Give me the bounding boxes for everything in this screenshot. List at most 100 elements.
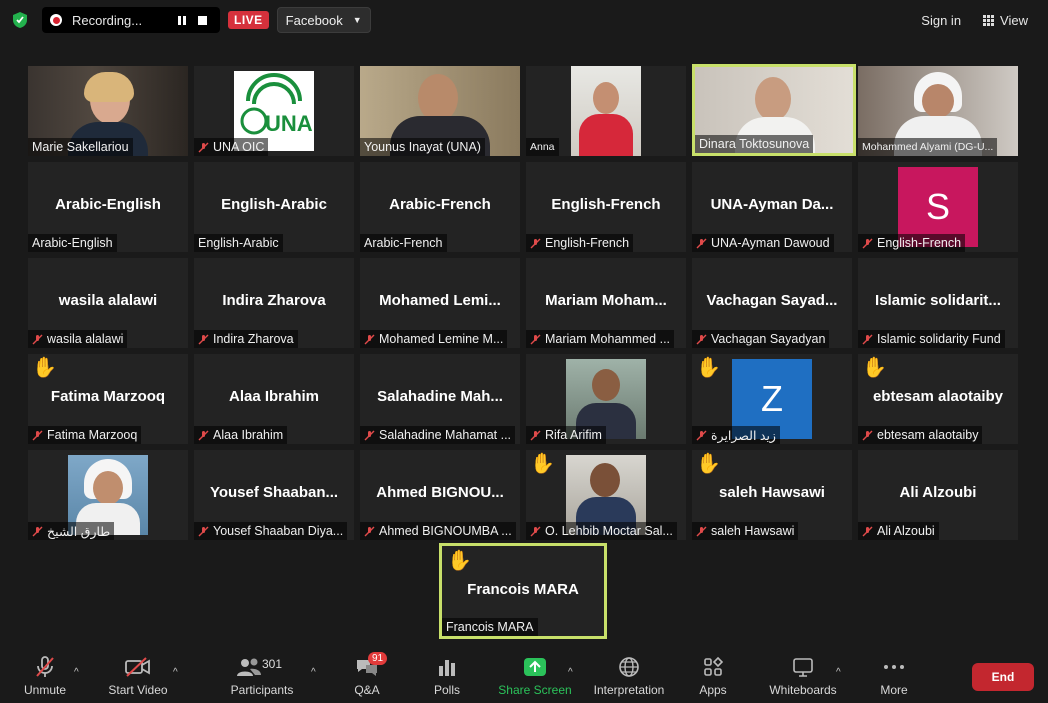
participant-tile[interactable]: Salahadine Mah... Salahadine Mahamat ... [360, 354, 520, 444]
logo-text: UNA [265, 111, 313, 136]
tile-display-name: saleh Hawsawi [719, 484, 825, 501]
apps-button[interactable]: Apps [668, 655, 758, 697]
start-video-button[interactable]: ^ Start Video [93, 655, 183, 697]
chevron-up-icon[interactable]: ^ [74, 667, 79, 678]
more-button[interactable]: More [849, 655, 939, 697]
video-tile[interactable]: Mohammed Alyami (DG-U... [858, 66, 1018, 156]
muted-mic-icon [32, 430, 43, 441]
participant-tile[interactable]: Mariam Moham... Mariam Mohammed ... [526, 258, 686, 348]
whiteboards-label: Whiteboards [769, 683, 837, 697]
interpretation-button[interactable]: Interpretation [584, 655, 674, 697]
share-screen-button[interactable]: ^ Share Screen [490, 655, 580, 697]
participant-name: طارق الشيخ [47, 524, 111, 539]
whiteboards-button[interactable]: ^ Whiteboards [758, 655, 848, 697]
participant-tile[interactable]: Ali Alzoubi Ali Alzoubi [858, 450, 1018, 540]
participant-tile[interactable]: Mohamed Lemi... Mohamed Lemine M... [360, 258, 520, 348]
participant-tile[interactable]: Islamic solidarit... Islamic solidarity … [858, 258, 1018, 348]
share-screen-icon [523, 655, 547, 679]
chevron-up-icon[interactable]: ^ [173, 667, 178, 678]
raised-hand-icon: ✋ [530, 453, 555, 475]
muted-mic-icon [862, 238, 873, 249]
participant-tile[interactable]: طارق الشيخ [28, 450, 188, 540]
stop-recording-button[interactable] [192, 10, 212, 30]
participant-tile[interactable]: English-Arabic English-Arabic [194, 162, 354, 252]
participant-name: Dinara Toktosunova [695, 135, 814, 153]
raised-hand-icon: ✋ [447, 550, 472, 572]
stream-target-dropdown[interactable]: Facebook ▼ [276, 7, 371, 33]
participant-tile[interactable]: Arabic-French Arabic-French [360, 162, 520, 252]
apps-label: Apps [699, 683, 727, 697]
sign-in-button[interactable]: Sign in [913, 7, 969, 33]
participant-tile[interactable]: ✋ ebtesam alaotaiby ebtesam alaotaiby [858, 354, 1018, 444]
participants-icon: 301 [232, 655, 292, 679]
participant-tile[interactable]: wasila alalawi wasila alalawi [28, 258, 188, 348]
participant-tile[interactable]: Rifa Arifim [526, 354, 686, 444]
participant-tile[interactable]: ✋ saleh Hawsawi saleh Hawsawi [692, 450, 852, 540]
participant-name-bar: Ali Alzoubi [858, 522, 939, 540]
participant-name-bar: Vachagan Sayadyan [692, 330, 830, 348]
participant-name: Anna [526, 138, 559, 156]
participant-name: UNA-Ayman Dawoud [711, 236, 830, 250]
unmute-label: Unmute [23, 683, 67, 697]
tile-display-name: Mohamed Lemi... [379, 292, 501, 309]
tile-display-name: ebtesam alaotaiby [872, 388, 1004, 405]
polls-label: Polls [433, 683, 460, 697]
participant-name-bar: Indira Zharova [194, 330, 298, 348]
qa-icon: 91 [354, 652, 388, 679]
active-speaker-tile[interactable]: ✋ Francois MARA Francois MARA [439, 543, 607, 639]
shield-icon[interactable] [10, 10, 30, 30]
participant-tile[interactable]: ✋ O. Lehbib Moctar Sal... [526, 450, 686, 540]
muted-mic-icon [530, 334, 541, 345]
raised-hand-icon: ✋ [862, 357, 887, 379]
participant-tile[interactable]: Yousef Shaaban... Yousef Shaaban Diya... [194, 450, 354, 540]
tile-display-name: Mariam Moham... [545, 292, 667, 309]
polls-icon [436, 655, 458, 679]
stop-icon [197, 15, 207, 25]
chevron-up-icon[interactable]: ^ [311, 667, 316, 678]
polls-button[interactable]: Polls [402, 655, 492, 697]
participant-name: Islamic solidarity Fund [877, 332, 1001, 346]
muted-mic-icon [530, 430, 541, 441]
muted-mic-icon [198, 526, 209, 537]
chevron-up-icon[interactable]: ^ [836, 667, 841, 678]
end-meeting-button[interactable]: End [972, 663, 1034, 691]
participant-tile[interactable]: Vachagan Sayad... Vachagan Sayadyan [692, 258, 852, 348]
unmute-button[interactable]: ^ Unmute [0, 655, 90, 697]
muted-mic-icon [34, 655, 56, 679]
participant-tile[interactable]: English-French English-French [526, 162, 686, 252]
participant-name-bar: English-French [526, 234, 634, 252]
participant-name-bar: Rifa Arifim [526, 426, 606, 444]
participant-tile[interactable]: Alaa Ibrahim Alaa Ibrahim [194, 354, 354, 444]
participant-name: UNA OIC [213, 140, 265, 154]
active-speaker-tile[interactable]: Dinara Toktosunova [692, 64, 856, 156]
video-tile[interactable]: UNA UNA OIC [194, 66, 354, 156]
participant-name: Mariam Mohammed ... [545, 332, 671, 346]
participant-tile[interactable]: S English-French [858, 162, 1018, 252]
muted-mic-icon [862, 334, 873, 345]
participant-name: Vachagan Sayadyan [711, 332, 826, 346]
muted-mic-icon [862, 526, 873, 537]
video-tile[interactable]: Marie Sakellariou [28, 66, 188, 156]
participant-tile[interactable]: Arabic-English Arabic-English [28, 162, 188, 252]
raised-hand-icon: ✋ [696, 453, 721, 475]
tile-display-name: Salahadine Mah... [377, 388, 503, 405]
participant-tile[interactable]: Indira Zharova Indira Zharova [194, 258, 354, 348]
tile-display-name: Indira Zharova [222, 292, 326, 309]
view-button[interactable]: View [975, 7, 1036, 33]
participant-name-bar: wasila alalawi [28, 330, 128, 348]
qa-button[interactable]: 91 Q&A [322, 652, 412, 697]
chevron-up-icon[interactable]: ^ [568, 667, 573, 678]
pause-recording-button[interactable] [172, 10, 192, 30]
video-tile[interactable]: Anna [526, 66, 686, 156]
participant-tile[interactable]: Ahmed BIGNOU... Ahmed BIGNOUMBA ... [360, 450, 520, 540]
live-badge[interactable]: LIVE [228, 11, 269, 29]
participant-name-bar: UNA OIC [194, 138, 269, 156]
tile-display-name: UNA-Ayman Da... [710, 196, 834, 213]
participant-tile[interactable]: ✋ Fatima Marzooq Fatima Marzooq [28, 354, 188, 444]
video-tile[interactable]: Younus Inayat (UNA) [360, 66, 520, 156]
participant-tile[interactable]: ✋ Z زيد الصرايرة [692, 354, 852, 444]
participant-tile[interactable]: UNA-Ayman Da... UNA-Ayman Dawoud [692, 162, 852, 252]
participant-name: ebtesam alaotaiby [877, 428, 979, 442]
participants-button[interactable]: 301 ^ Participants [217, 655, 316, 697]
participant-name: Ali Alzoubi [877, 524, 935, 538]
